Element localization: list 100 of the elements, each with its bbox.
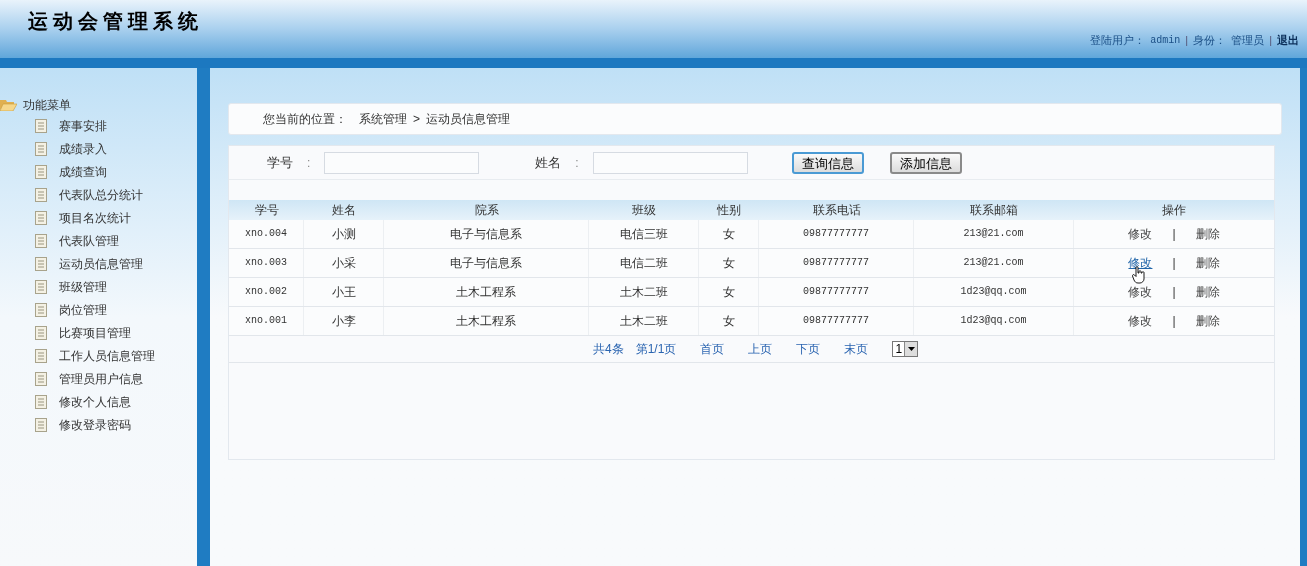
menu-item[interactable]: 项目名次统计 <box>59 208 131 227</box>
table-cell: xno.002 <box>229 278 304 306</box>
document-icon <box>35 394 47 409</box>
separator-text: | <box>1185 33 1189 48</box>
table-cell: 土木二班 <box>589 278 699 306</box>
action-button[interactable]: 添加信息 <box>889 151 962 174</box>
column-header: 联系电话 <box>811 202 862 219</box>
delete-link[interactable]: 删除 <box>1195 225 1220 243</box>
role-label: 身份： <box>1193 33 1227 48</box>
breadcrumb-separator: > <box>413 111 420 128</box>
table-cell: 小李 <box>304 307 384 335</box>
menu-item[interactable]: 成绩录入 <box>59 139 107 158</box>
table-cell: 09877777777 <box>759 249 914 277</box>
delete-link[interactable]: 删除 <box>1195 254 1220 272</box>
table-cell: 213@21.com <box>914 220 1074 248</box>
menu-item[interactable]: 修改个人信息 <box>59 392 131 411</box>
menu-item[interactable]: 班级管理 <box>59 277 107 296</box>
table-cell: 小采 <box>304 249 384 277</box>
search-field[interactable] <box>324 151 480 174</box>
separator-text: | <box>1172 284 1176 301</box>
column-header: 班级 <box>631 202 657 219</box>
table-cell: 电信三班 <box>589 220 699 248</box>
column-header: 性别 <box>716 202 742 219</box>
document-icon <box>35 417 47 432</box>
page-indicator: 第1/1页 <box>635 341 677 358</box>
delete-link[interactable]: 删除 <box>1195 312 1220 330</box>
menu-item[interactable]: 管理员用户信息 <box>59 369 143 388</box>
table-cell: 小测 <box>304 220 384 248</box>
table-cell: 土木二班 <box>589 307 699 335</box>
pagination-link[interactable]: 上页 <box>748 340 773 358</box>
column-header: 院系 <box>473 202 500 219</box>
table-cell: 电信二班 <box>589 249 699 277</box>
separator-text: | <box>1172 313 1176 330</box>
table-cell: 土木工程系 <box>384 307 589 335</box>
document-icon <box>35 210 47 225</box>
document-icon <box>35 141 47 156</box>
edit-link[interactable]: 修改 <box>1128 283 1153 301</box>
edit-link[interactable]: 修改 <box>1128 312 1153 330</box>
colon-text: : <box>307 154 311 172</box>
menu-item[interactable]: 运动员信息管理 <box>59 254 143 273</box>
field-label: 学号 <box>267 153 293 172</box>
separator-text: | <box>1172 255 1176 272</box>
table-cell: 1d23@qq.com <box>914 307 1074 335</box>
document-icon <box>35 302 47 317</box>
menu-item[interactable]: 比赛项目管理 <box>59 323 131 342</box>
table-cell: 女 <box>699 249 759 277</box>
user-label: 登陆用户： <box>1090 33 1146 48</box>
pagination-link[interactable]: 下页 <box>796 340 821 358</box>
table-cell: xno.001 <box>229 307 304 335</box>
logout-link[interactable]: 退出 <box>1277 32 1299 49</box>
username: admin <box>1150 33 1181 48</box>
action-button[interactable]: 查询信息 <box>791 151 864 174</box>
menu-item[interactable]: 修改登录密码 <box>59 415 131 434</box>
table-cell: 女 <box>699 278 759 306</box>
table-cell: 土木工程系 <box>384 278 589 306</box>
document-icon <box>35 233 47 248</box>
page-select[interactable]: 1 <box>892 341 919 357</box>
table-cell: 女 <box>699 220 759 248</box>
document-icon <box>35 256 47 271</box>
table-cell: 09877777777 <box>759 278 914 306</box>
column-header: 学号 <box>253 202 280 219</box>
breadcrumb-label: 您当前的位置： <box>263 111 347 128</box>
pagination-link[interactable]: 末页 <box>844 340 869 358</box>
document-icon <box>35 348 47 363</box>
search-field[interactable] <box>592 151 748 174</box>
table-cell: xno.004 <box>229 220 304 248</box>
pagination-link[interactable]: 首页 <box>700 340 725 358</box>
column-header: 操作 <box>1161 202 1187 219</box>
separator-text: | <box>1172 226 1176 243</box>
table-cell: 1d23@qq.com <box>914 278 1074 306</box>
total-count: 共4条 <box>593 341 624 358</box>
menu-item[interactable]: 岗位管理 <box>59 300 107 319</box>
document-icon <box>35 325 47 340</box>
document-icon <box>35 187 47 202</box>
document-icon <box>35 118 47 133</box>
document-icon <box>35 164 47 179</box>
table-cell: 电子与信息系 <box>384 220 589 248</box>
table-cell: xno.003 <box>229 249 304 277</box>
menu-item[interactable]: 工作人员信息管理 <box>59 346 155 365</box>
edit-link[interactable]: 修改 <box>1128 254 1153 272</box>
breadcrumb-item: 运动员信息管理 <box>426 111 510 128</box>
table-cell: 09877777777 <box>759 307 914 335</box>
table-cell: 女 <box>699 307 759 335</box>
edit-link[interactable]: 修改 <box>1128 225 1153 243</box>
delete-link[interactable]: 删除 <box>1195 283 1220 301</box>
table-cell: 小王 <box>304 278 384 306</box>
menu-item[interactable]: 代表队管理 <box>59 231 119 250</box>
breadcrumb-item[interactable]: 系统管理 <box>359 110 407 128</box>
table-cell: 213@21.com <box>914 249 1074 277</box>
menu-item[interactable]: 代表队总分统计 <box>59 185 143 204</box>
document-icon <box>35 371 47 386</box>
table-cell: 电子与信息系 <box>384 249 589 277</box>
folder-icon <box>0 99 17 111</box>
field-label: 姓名 <box>535 153 562 172</box>
separator-text: | <box>1269 33 1272 48</box>
table-cell: 09877777777 <box>759 220 914 248</box>
menu-title: 功能菜单 <box>23 97 71 114</box>
menu-item[interactable]: 成绩查询 <box>59 162 107 181</box>
menu-item[interactable]: 赛事安排 <box>59 116 107 135</box>
column-header: 姓名 <box>331 202 357 219</box>
